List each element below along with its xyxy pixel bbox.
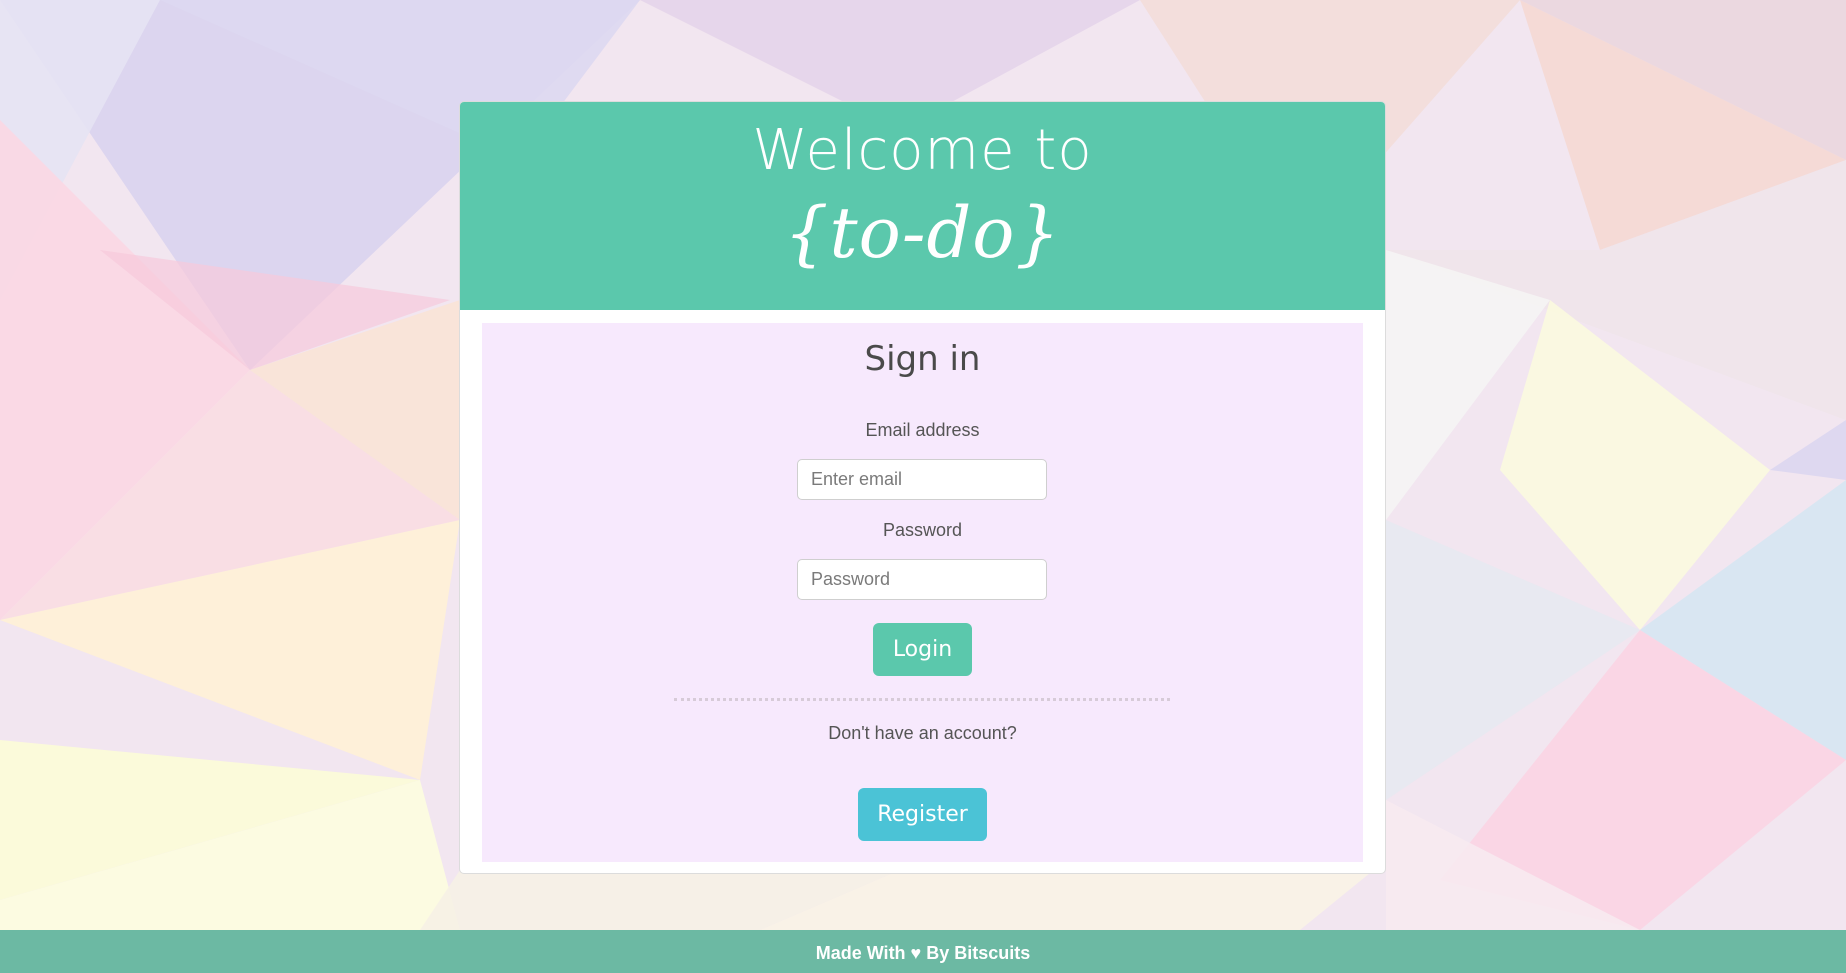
- divider: [674, 698, 1170, 701]
- welcome-heading: Welcome to: [752, 118, 1093, 183]
- welcome-header: Welcome to {to-do}: [460, 102, 1385, 310]
- footer-credit: Made With ♥ By Bitscuits: [815, 943, 1031, 963]
- register-button[interactable]: Register: [858, 788, 987, 841]
- email-label: Email address: [865, 420, 980, 440]
- login-button[interactable]: Login: [873, 623, 972, 676]
- no-account-text: Don't have an account?: [828, 723, 1017, 743]
- password-field[interactable]: [797, 559, 1047, 600]
- signin-title: Sign in: [864, 339, 981, 379]
- password-label: Password: [882, 520, 963, 540]
- signin-card: Welcome to {to-do} Sign in Email address…: [459, 101, 1386, 874]
- footer: Made With ♥ By Bitscuits: [0, 930, 1846, 973]
- signin-panel: Sign in Email address Password Login Don…: [482, 323, 1363, 862]
- email-field[interactable]: [797, 459, 1047, 500]
- brand-logo-text: {to-do}: [784, 192, 1061, 274]
